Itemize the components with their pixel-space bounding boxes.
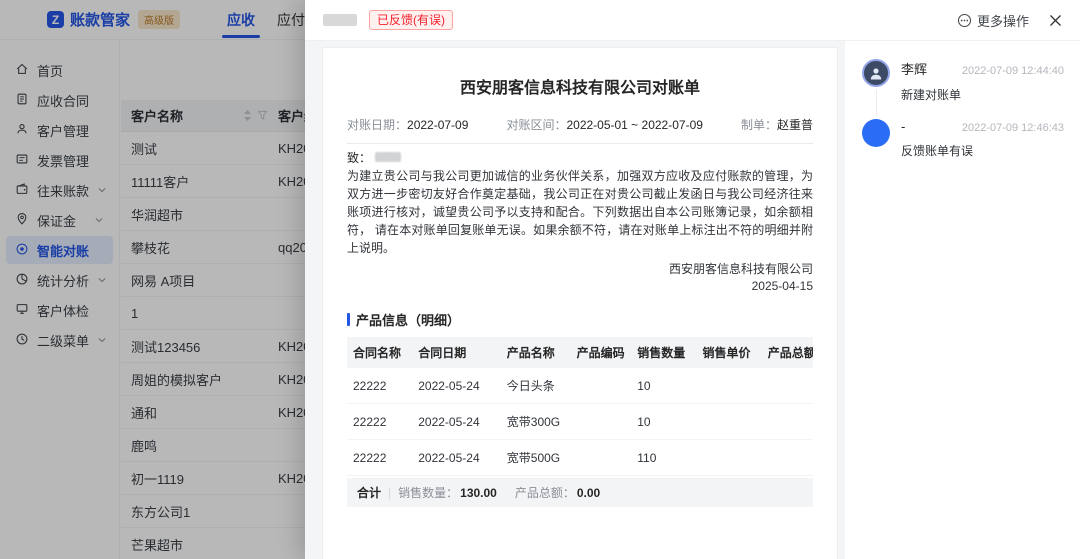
product-col-header: 合同日期 <box>412 337 501 368</box>
product-cell <box>696 440 761 476</box>
more-actions-button[interactable]: 更多操作 <box>957 11 1029 30</box>
timeline-item: 李辉 2022-07-09 12:44:40 新建对账单 <box>861 59 1064 119</box>
product-cell: 22222 <box>347 404 412 440</box>
user-avatar <box>862 119 890 147</box>
product-cell <box>571 368 632 404</box>
product-cell <box>571 404 632 440</box>
timeline-timestamp: 2022-07-09 12:44:40 <box>962 65 1064 77</box>
product-cell: 22222 <box>347 440 412 476</box>
product-row: 222222022-05-24宽带300G 10 <box>347 404 813 440</box>
timeline-user-name: 李辉 <box>901 59 927 78</box>
statement-date: 对账日期：2022-07-09 <box>347 116 468 133</box>
more-actions-icon <box>957 13 972 28</box>
timeline-action: 反馈账单有误 <box>901 142 1064 159</box>
statement-maker: 制单：赵重普 <box>741 116 813 133</box>
total-amount-value: 0.00 <box>577 486 600 500</box>
product-cell: 2022-05-24 <box>412 404 501 440</box>
statement-recipient: 致： <box>347 150 813 164</box>
product-cell: 110 <box>631 440 696 476</box>
product-cell: 今日头条 <box>501 368 571 404</box>
activity-timeline-panel: 李辉 2022-07-09 12:44:40 新建对账单 - 2022-07-09 12… <box>845 41 1080 559</box>
total-amount-label: 产品总额： <box>515 484 575 501</box>
timeline-user-name: - <box>901 119 905 134</box>
total-label: 合计 <box>357 484 381 501</box>
status-badge: 已反馈(有误) <box>369 10 453 30</box>
product-cell <box>762 368 813 404</box>
timeline-timestamp: 2022-07-09 12:46:43 <box>962 122 1064 134</box>
product-cell <box>762 440 813 476</box>
user-avatar <box>862 59 890 87</box>
product-table: 合同名称合同日期产品名称产品编码销售数量销售单价产品总额 222222022-0… <box>347 337 813 476</box>
statement-document: 西安朋客信息科技有限公司对账单 对账日期：2022-07-09 对账区间：202… <box>322 47 838 559</box>
product-cell: 10 <box>631 404 696 440</box>
product-cell <box>696 404 761 440</box>
statement-range: 对账区间：2022-05-01 ~ 2022-07-09 <box>506 116 702 133</box>
statement-body-text: 为建立贵公司与我公司更加诚信的业务伙伴关系，加强双方应收及应付账款的管理，为双方… <box>347 167 813 257</box>
drawer-body: 西安朋客信息科技有限公司对账单 对账日期：2022-07-09 对账区间：202… <box>305 41 1080 559</box>
divider <box>347 143 813 144</box>
product-cell: 22222 <box>347 368 412 404</box>
signature-company: 西安朋客信息科技有限公司 <box>347 261 813 278</box>
product-row: 222222022-05-24今日头条 10 <box>347 368 813 404</box>
timeline-connector <box>876 90 877 116</box>
total-qty-label: 销售数量： <box>398 484 458 501</box>
close-icon[interactable] <box>1049 14 1062 27</box>
more-actions-label: 更多操作 <box>977 11 1029 30</box>
product-row: 222222022-05-24宽带500G 110 <box>347 440 813 476</box>
product-cell <box>762 404 813 440</box>
total-qty-value: 130.00 <box>460 486 497 500</box>
statement-meta: 对账日期：2022-07-09 对账区间：2022-05-01 ~ 2022-0… <box>347 116 813 133</box>
product-cell <box>571 440 632 476</box>
divider: | <box>388 486 391 500</box>
redacted-recipient-block <box>375 152 401 162</box>
product-col-header: 产品总额 <box>762 337 813 368</box>
product-cell: 2022-05-24 <box>412 368 501 404</box>
product-col-header: 产品名称 <box>501 337 571 368</box>
reconciliation-drawer: 已反馈(有误) 更多操作 西安朋客信息科技有限公司对账单 对账日期： <box>305 0 1080 559</box>
product-col-header: 产品编码 <box>571 337 632 368</box>
product-cell: 10 <box>631 368 696 404</box>
timeline-action: 新建对账单 <box>901 86 1064 103</box>
product-cell: 宽带300G <box>501 404 571 440</box>
signature-date: 2025-04-15 <box>347 278 813 295</box>
redacted-title-block <box>323 14 357 26</box>
product-section-title: 产品信息（明细） <box>347 310 813 329</box>
product-col-header: 销售单价 <box>696 337 761 368</box>
product-cell: 2022-05-24 <box>412 440 501 476</box>
product-col-header: 合同名称 <box>347 337 412 368</box>
product-cell: 宽带500G <box>501 440 571 476</box>
statement-signature: 西安朋客信息科技有限公司 2025-04-15 <box>347 261 813 295</box>
product-cell <box>696 368 761 404</box>
statement-title: 西安朋客信息科技有限公司对账单 <box>347 74 813 98</box>
app-root: Z 账款管家 高级版 应收应付核算库存 首页应收合同客户管理发票管理往来账款保证… <box>0 0 1080 559</box>
timeline-item: - 2022-07-09 12:46:43 反馈账单有误 <box>861 119 1064 175</box>
drawer-header: 已反馈(有误) 更多操作 <box>305 0 1080 41</box>
product-col-header: 销售数量 <box>631 337 696 368</box>
product-total-row: 合计 | 销售数量： 130.00 产品总额： 0.00 <box>347 478 813 507</box>
